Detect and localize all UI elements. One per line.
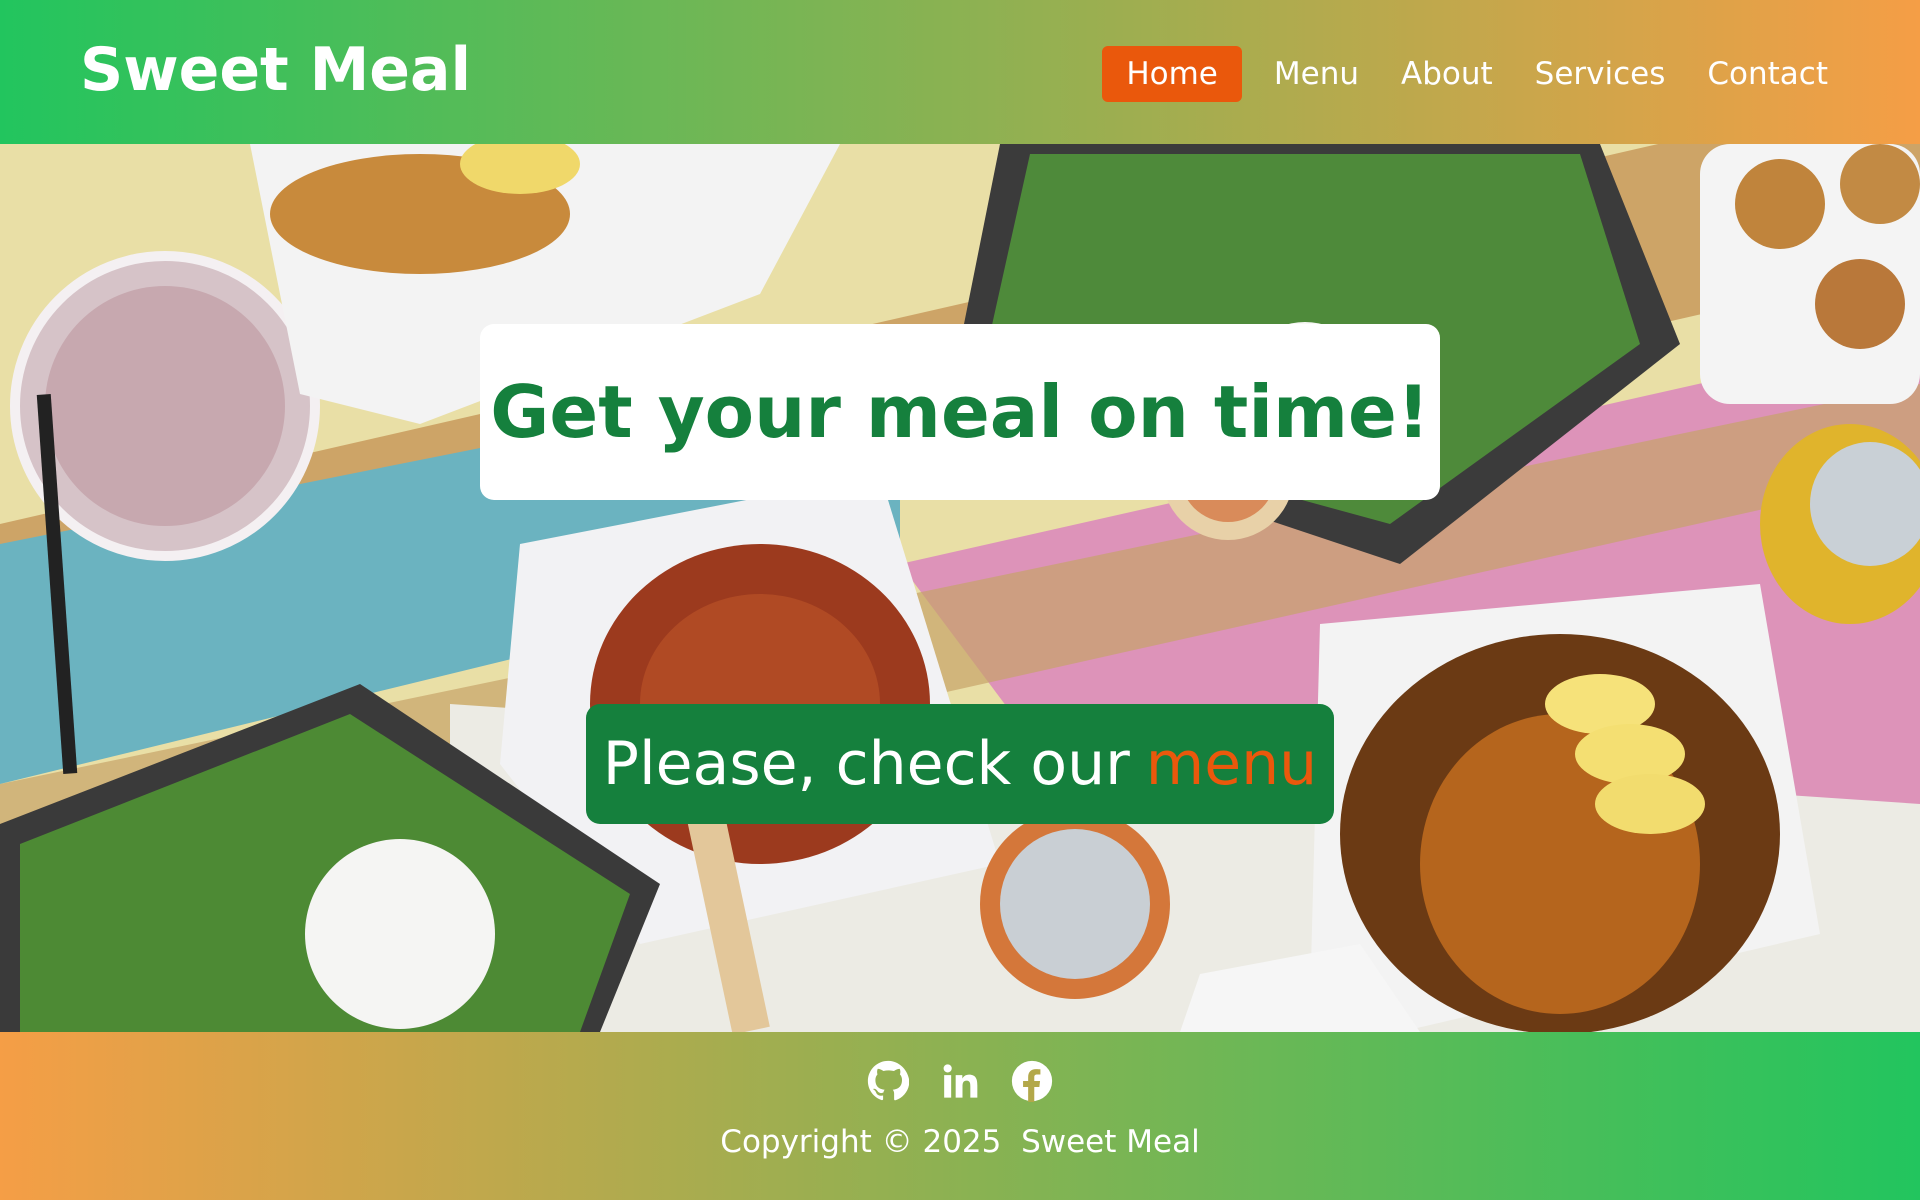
site-header: Sweet Meal Home Menu About Services Cont… [0,0,1920,144]
brand-logo[interactable]: Sweet Meal [80,32,471,108]
nav-home[interactable]: Home [1102,46,1242,102]
site-footer: Copyright © 2025 Sweet Meal [0,1032,1920,1200]
hero-title: Get your meal on time! [490,370,1430,454]
nav-menu[interactable]: Menu [1264,46,1369,102]
check-menu-button[interactable]: Please, check our menu [586,704,1334,824]
nav-services[interactable]: Services [1525,46,1676,102]
github-icon[interactable] [867,1060,909,1102]
nav-contact[interactable]: Contact [1697,46,1838,102]
cta-menu-link[interactable]: menu [1146,729,1317,799]
hero-title-card: Get your meal on time! [480,324,1440,500]
hero-section: Get your meal on time! Please, check our… [0,144,1920,1032]
cta-prefix: Please, check our [602,729,1130,799]
hero-food-image [0,144,1920,1032]
linkedin-icon[interactable] [939,1060,981,1102]
facebook-icon[interactable] [1011,1060,1053,1102]
nav-about[interactable]: About [1391,46,1503,102]
main-nav: Home Menu About Services Contact [1102,46,1838,102]
copyright-text: Copyright © 2025 Sweet Meal [720,1124,1200,1160]
social-links [0,1060,1920,1102]
